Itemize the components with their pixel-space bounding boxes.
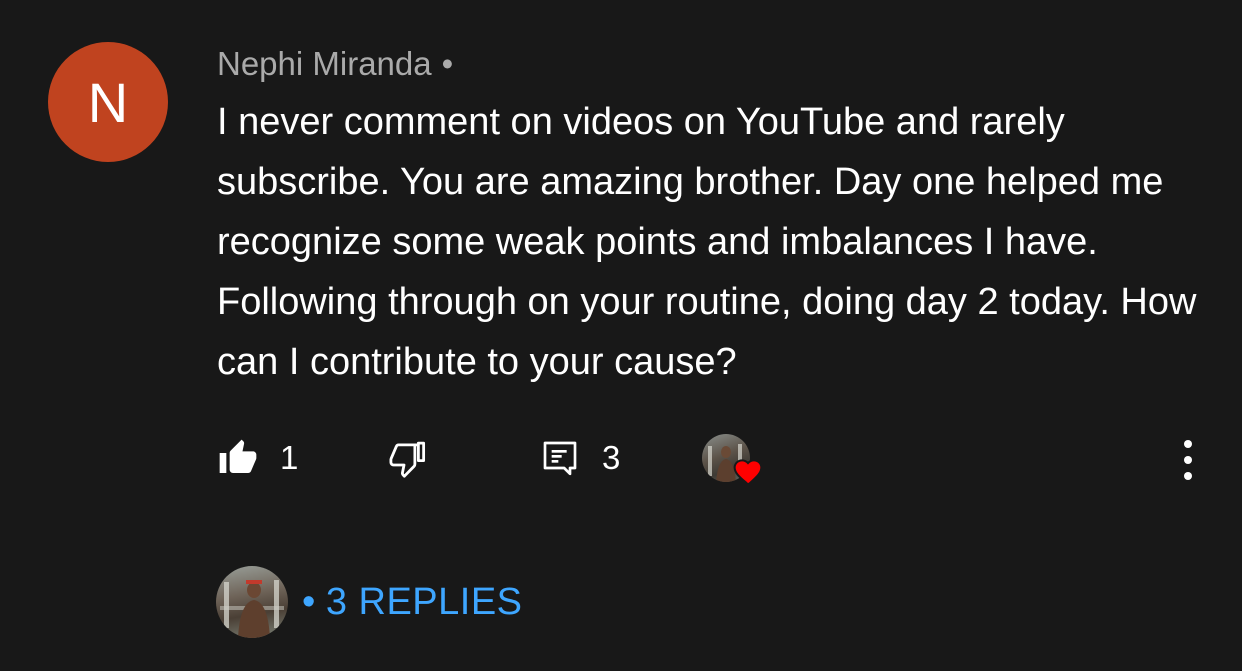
comment-actions: 1 3 xyxy=(0,428,1242,488)
more-options-button[interactable] xyxy=(1170,438,1206,482)
reply-button[interactable]: 3 xyxy=(540,428,620,488)
like-count: 1 xyxy=(280,439,299,476)
author-initial: N xyxy=(87,70,129,134)
creator-heart-badge xyxy=(702,434,766,490)
view-replies-button[interactable]: • 3 REPLIES xyxy=(216,566,523,638)
comment-text: I never comment on videos on YouTube and… xyxy=(217,101,1197,383)
reply-count: 3 xyxy=(602,439,621,476)
menu-dot-icon xyxy=(1184,440,1192,448)
heart-icon xyxy=(733,459,763,486)
replies-link[interactable]: • 3 REPLIES xyxy=(302,581,523,624)
comment-thread: N Nephi Miranda • I never comment on vide… xyxy=(0,0,1242,671)
replies-separator: • xyxy=(302,580,316,623)
meta-separator: • xyxy=(441,45,454,82)
thumbs-down-icon xyxy=(389,441,426,478)
author-avatar[interactable]: N xyxy=(48,42,168,162)
comment-icon xyxy=(543,441,577,476)
reply-author-avatar xyxy=(216,566,288,638)
replies-label: 3 REPLIES xyxy=(325,580,523,623)
author-name[interactable]: Nephi Miranda xyxy=(217,45,432,82)
like-button[interactable]: 1 xyxy=(218,428,298,488)
thumbs-up-icon xyxy=(219,439,257,473)
comment-meta: Nephi Miranda • xyxy=(217,42,453,86)
menu-dot-icon xyxy=(1184,472,1192,480)
menu-dot-icon xyxy=(1184,456,1192,464)
dislike-button[interactable] xyxy=(386,428,428,488)
